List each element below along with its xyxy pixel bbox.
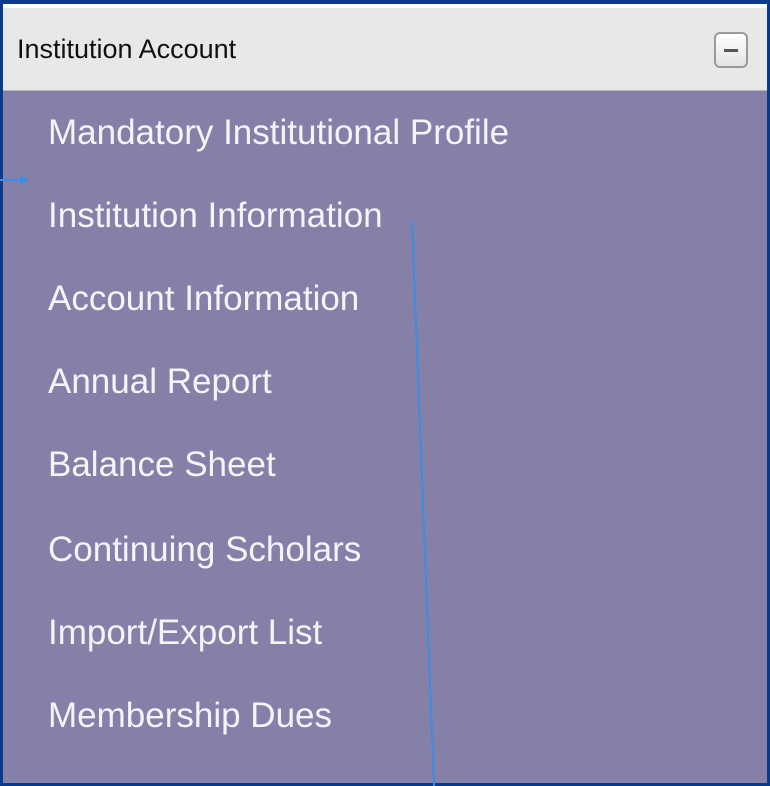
menu-item-annual-report[interactable]: Annual Report [48, 352, 272, 412]
menu-item-import-export-list[interactable]: Import/Export List [48, 603, 322, 663]
menu-item-account-information[interactable]: Account Information [48, 269, 359, 329]
menu-item-institution-information[interactable]: Institution Information [48, 186, 383, 246]
menu-item-continuing-scholars[interactable]: Continuing Scholars [48, 520, 361, 580]
menu-item-balance-sheet[interactable]: Balance Sheet [48, 435, 276, 495]
panel-title: Institution Account [17, 34, 237, 64]
panel-header: Institution Account [3, 4, 767, 91]
institution-account-widget: Institution Account Mandatory Institutio… [0, 0, 770, 786]
minus-icon [724, 49, 738, 52]
collapse-button[interactable] [714, 32, 748, 68]
menu-item-membership-dues[interactable]: Membership Dues [48, 686, 332, 746]
institution-account-panel: Institution Account Mandatory Institutio… [0, 0, 770, 786]
menu-item-mandatory-institutional-profile[interactable]: Mandatory Institutional Profile [48, 103, 509, 163]
